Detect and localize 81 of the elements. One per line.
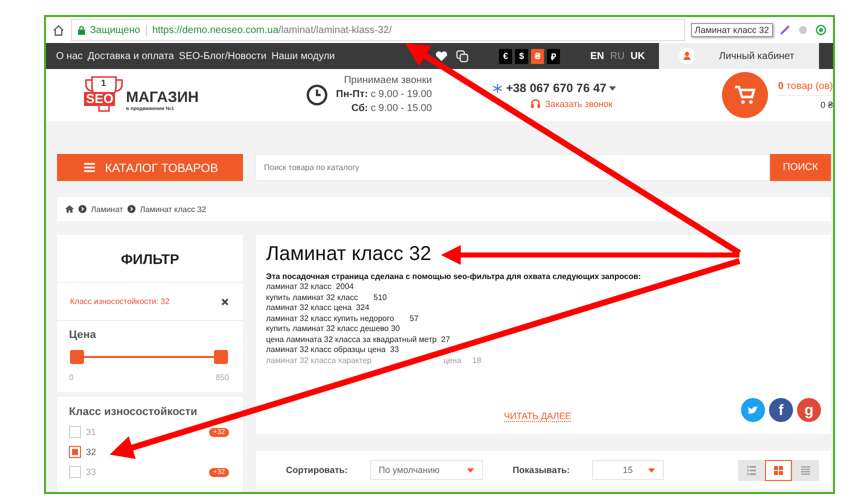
trophy-number: 1 xyxy=(101,78,106,88)
query-line: цена ламината 32 класса за квадратный метр 27 xyxy=(266,334,450,345)
close-icon[interactable] xyxy=(221,298,229,306)
show-label: Показывать: xyxy=(512,465,570,475)
grid-view-button[interactable] xyxy=(765,460,792,480)
headset-icon xyxy=(530,98,541,109)
sort-label: Сортировать: xyxy=(286,465,348,475)
heart-icon[interactable] xyxy=(435,50,448,62)
active-filter: Класс износостойкости: 32 xyxy=(70,297,170,306)
caret-icon xyxy=(648,468,655,472)
star-icon xyxy=(492,82,503,94)
query-line: ламинат 32 класс 2004 xyxy=(266,282,354,292)
cart-total: 0 ₴ xyxy=(820,100,833,110)
tooltip: Ламинат класс 32 xyxy=(690,23,773,37)
filter-title: ФИЛЬТР xyxy=(57,235,243,283)
page-title: Ламинат класс 32 xyxy=(266,243,432,266)
query-line: купить ламинат 32 класс 510 xyxy=(266,292,387,303)
chevron-icon xyxy=(78,205,87,213)
chevron-icon xyxy=(127,205,136,213)
intro-text: Эта посадочная страница сделана с помощью seo-фильтра для охвата следующих запросов: xyxy=(266,272,642,282)
query-line: ламинат 32 класса характер xyxy=(266,356,372,366)
account-button[interactable]: Личный кабинет xyxy=(659,43,819,69)
slider-handle[interactable] xyxy=(70,350,84,364)
hours-title: Принимаем звонки xyxy=(344,74,432,88)
lines-icon xyxy=(801,466,810,474)
compare-icon[interactable] xyxy=(456,50,470,62)
hours-line: Пн-Пт: с 9.00 - 19.00 xyxy=(336,88,432,102)
breadcrumb-link[interactable]: Ламинат xyxy=(91,204,124,214)
price-max: 850 xyxy=(216,373,229,382)
cart-icon xyxy=(733,83,757,107)
option-label[interactable]: 32 xyxy=(86,447,96,457)
query-line: ламинат 32 класс цена 324 xyxy=(266,303,370,314)
caret-icon[interactable] xyxy=(609,86,616,90)
grid-icon xyxy=(774,466,783,474)
lock-icon xyxy=(78,26,85,34)
checkbox[interactable] xyxy=(69,466,81,478)
sort-dropdown[interactable]: По умолчанию xyxy=(370,460,483,480)
menu-icon xyxy=(84,163,95,172)
home-icon[interactable] xyxy=(65,205,74,213)
hours-line: Сб: с 9.00 - 15.00 xyxy=(351,102,432,116)
pen-icon[interactable] xyxy=(779,24,791,36)
nav-link[interactable]: Наши модули xyxy=(271,50,335,62)
query-line: ламинат 32 класс купить недорого 57 xyxy=(266,314,419,324)
checkbox[interactable] xyxy=(69,446,81,458)
currency-button[interactable]: € xyxy=(499,48,512,64)
price-min: 0 xyxy=(69,373,74,382)
checkbox[interactable] xyxy=(69,426,81,438)
price-slider[interactable] xyxy=(70,349,228,365)
caret-icon xyxy=(466,468,474,472)
nav-link[interactable]: Доставка и оплата xyxy=(88,50,174,62)
clock-icon xyxy=(306,84,328,106)
list-icon xyxy=(747,466,756,474)
home-icon[interactable] xyxy=(52,24,65,36)
twitter-icon[interactable] xyxy=(741,398,765,422)
record-icon[interactable] xyxy=(815,24,827,36)
slider-handle[interactable] xyxy=(214,350,228,364)
currency-button[interactable]: ₽ xyxy=(547,48,560,64)
secure-label: Защищено xyxy=(90,24,148,36)
nav-link[interactable]: О нас xyxy=(56,50,83,62)
language-link[interactable]: RU xyxy=(610,50,625,62)
logo-seo: SEO xyxy=(84,92,116,106)
query-line: купить ламинат 32 класс дешево 30 xyxy=(266,324,400,334)
address-bar[interactable]: Защищено https://demo.neoseo.com.ua/laminat/laminat-klass-32/ xyxy=(71,19,685,41)
cart-button[interactable] xyxy=(722,72,768,118)
google-plus-button[interactable]: g xyxy=(797,398,821,422)
search-field[interactable]: Поиск товара по каталогу xyxy=(255,154,770,181)
language-link[interactable]: EN xyxy=(590,50,604,62)
query-line: ламинат 32 класс образцы цена 33 xyxy=(266,345,399,356)
price-title: Цена xyxy=(69,329,98,341)
query-line: цена 18 xyxy=(443,356,482,366)
class-title: Класс износостойкости xyxy=(69,406,198,418)
url-text: https://demo.neoseo.com.ua/laminat/laminat-klass-32/ xyxy=(152,24,392,36)
user-icon xyxy=(679,48,695,64)
logo-name: МАГАЗИН xyxy=(126,90,199,106)
currency-button[interactable]: $ xyxy=(515,48,528,64)
phone-number[interactable]: +38 067 670 76 47 xyxy=(506,81,606,95)
per-page-dropdown[interactable]: 15 xyxy=(592,460,664,480)
breadcrumb-link[interactable]: Ламинат класс 32 xyxy=(140,204,206,214)
facebook-button[interactable]: f xyxy=(769,398,793,422)
nav-link[interactable]: SEO-Блог/Новости xyxy=(178,50,266,62)
language-link[interactable]: UK xyxy=(630,50,645,62)
